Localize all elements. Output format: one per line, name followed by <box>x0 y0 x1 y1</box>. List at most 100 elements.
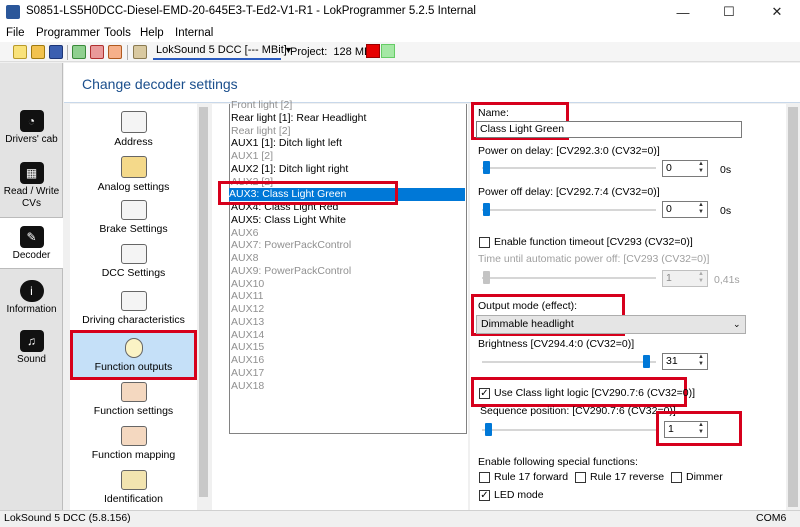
output-list-item[interactable]: AUX1 [1]: Ditch light left <box>231 137 465 150</box>
output-list-item[interactable]: Rear light [1]: Rear Headlight <box>231 112 465 125</box>
info-icon: i <box>19 280 44 302</box>
output-list-item[interactable]: AUX15 <box>231 341 465 354</box>
rule17-reverse-label: Rule 17 reverse <box>590 471 665 483</box>
output-list-item[interactable]: AUX17 <box>231 367 465 380</box>
output-list-item[interactable]: AUX10 <box>231 278 465 291</box>
output-list-item[interactable]: AUX2 [2] <box>231 176 465 189</box>
output-list-item[interactable]: AUX11 <box>231 290 465 303</box>
sequence-slider[interactable] <box>485 423 492 436</box>
output-list-item[interactable]: Front light [2] <box>231 99 465 112</box>
spinner-arrows-icon[interactable]: ▲ ▼ <box>695 202 707 217</box>
output-list-item[interactable]: AUX7: PowerPackControl <box>231 239 465 252</box>
sequence-track[interactable] <box>482 429 656 431</box>
output-list-item[interactable]: AUX2 [1]: Ditch light right <box>231 163 465 176</box>
open-folder-icon[interactable] <box>31 45 45 59</box>
new-file-icon[interactable] <box>13 45 27 59</box>
nav-information[interactable]: i Information <box>0 280 63 316</box>
wrench-icon: ✎ <box>19 226 44 248</box>
settings-item-label: DCC Settings <box>101 267 166 279</box>
close-button[interactable]: ✕ <box>754 0 800 24</box>
nav-label: Drivers' cab <box>5 134 58 145</box>
export-icon[interactable] <box>90 45 104 59</box>
power-off-delay-track[interactable] <box>482 209 656 211</box>
settings-item-address[interactable]: Address <box>70 111 197 148</box>
horn-icon <box>120 156 147 178</box>
output-list-item[interactable]: AUX3: Class Light Green <box>229 188 465 201</box>
cv-grid-icon: ▦ <box>19 162 44 184</box>
menu-programmer[interactable]: Programmer <box>36 27 100 39</box>
settings-item-label: Driving characteristics <box>82 314 185 326</box>
output-list-item[interactable]: AUX4: Class Light Red <box>231 201 465 214</box>
output-list-item[interactable]: AUX12 <box>231 303 465 316</box>
rule17-forward-label: Rule 17 forward <box>494 471 569 483</box>
chevron-down-icon[interactable]: ⌄ <box>733 319 741 330</box>
settings-item-label: Function mapping <box>91 449 176 461</box>
name-input[interactable]: Class Light Green <box>476 121 742 138</box>
programmer-icon[interactable] <box>133 45 147 59</box>
output-list-item[interactable]: AUX13 <box>231 316 465 329</box>
maximize-button[interactable]: ☐ <box>706 0 752 24</box>
brightness-slider[interactable] <box>643 355 650 368</box>
output-list-item[interactable]: AUX9: PowerPackControl <box>231 265 465 278</box>
power-on-delay-slider[interactable] <box>483 161 490 174</box>
brake-icon <box>120 200 147 220</box>
write-icon[interactable] <box>108 45 122 59</box>
settings-item-dcc[interactable]: DCC Settings <box>70 244 197 279</box>
power-off-delay-slider[interactable] <box>483 203 490 216</box>
spinner-arrows-icon[interactable]: ▲ ▼ <box>695 354 707 369</box>
menu-internal[interactable]: Internal <box>175 27 213 39</box>
brightness-track[interactable] <box>482 361 656 363</box>
nav-label: Read / Write CVs <box>3 186 60 209</box>
menu-help[interactable]: Help <box>140 27 164 39</box>
power-on-delay-track[interactable] <box>482 167 656 169</box>
settings-item-function-outputs[interactable]: Function outputs <box>70 330 197 380</box>
class-light-checkbox[interactable]: ✓ <box>479 388 490 399</box>
output-list-item[interactable]: AUX5: Class Light White <box>231 214 465 227</box>
power-on-delay-value: 0 <box>666 162 672 174</box>
nav-decoder[interactable]: ✎ Decoder <box>0 217 63 269</box>
settings-item-brake[interactable]: Brake Settings <box>70 200 197 235</box>
output-list-item[interactable]: AUX8 <box>231 252 465 265</box>
settings-item-function-mapping[interactable]: Function mapping <box>70 426 197 461</box>
project-status-red <box>366 44 380 58</box>
nav-drivers-cab[interactable]: ◔ Drivers' cab <box>0 110 63 146</box>
id-card-icon <box>120 470 147 490</box>
details-scroll-thumb[interactable] <box>788 107 798 507</box>
led-mode-checkbox[interactable]: ✓ <box>479 490 490 501</box>
save-icon[interactable] <box>49 45 63 59</box>
rule17-reverse-checkbox[interactable] <box>575 472 586 483</box>
nav-read-write-cvs[interactable]: ▦ Read / Write CVs <box>0 162 63 210</box>
menu-tools[interactable]: Tools <box>104 27 131 39</box>
settings-item-function-settings[interactable]: Function settings <box>70 382 197 417</box>
dimmer-checkbox[interactable] <box>671 472 682 483</box>
output-list-item[interactable]: Rear light [2] <box>231 125 465 138</box>
output-mode-select[interactable]: Dimmable headlight <box>476 315 746 334</box>
spinner-arrows-icon[interactable]: ▲ ▼ <box>695 422 707 437</box>
settings-item-analog[interactable]: Analog settings <box>70 156 197 193</box>
output-list-item[interactable]: AUX1 [2] <box>231 150 465 163</box>
nav-sound[interactable]: ♫ Sound <box>0 330 63 366</box>
menu-file[interactable]: File <box>6 27 25 39</box>
music-note-icon: ♫ <box>19 330 44 352</box>
status-decoder: LokSound 5 DCC (5.8.156) <box>4 512 131 524</box>
output-list-item[interactable]: AUX18 <box>231 380 465 392</box>
rule17-forward-checkbox[interactable] <box>479 472 490 483</box>
settings-item-identification[interactable]: Identification <box>70 470 197 505</box>
output-list-item[interactable]: AUX6 <box>231 227 465 240</box>
settings-item-driving[interactable]: Driving characteristics <box>70 291 197 326</box>
settings-scroll-thumb[interactable] <box>199 107 208 497</box>
settings-item-label: Address <box>114 136 153 148</box>
output-list-item[interactable]: AUX16 <box>231 354 465 367</box>
minimize-button[interactable]: — <box>660 0 706 24</box>
settings-item-label: Brake Settings <box>99 223 168 235</box>
spinner-arrows-icon[interactable]: ▲ ▼ <box>695 161 707 176</box>
led-mode-label: LED mode <box>494 489 544 501</box>
decoder-select[interactable]: LokSound 5 DCC [--- MBit] <box>153 44 287 60</box>
import-icon[interactable] <box>72 45 86 59</box>
enable-timeout-checkbox[interactable] <box>479 237 490 248</box>
settings-item-label: Function outputs <box>94 361 173 373</box>
output-list-item[interactable]: AUX14 <box>231 329 465 342</box>
status-port: COM6 <box>756 512 787 524</box>
settings-item-label: Identification <box>104 493 163 505</box>
window-title: S0851-LS5H0DCC-Diesel-EMD-20-645E3-T-Ed2… <box>26 5 476 17</box>
